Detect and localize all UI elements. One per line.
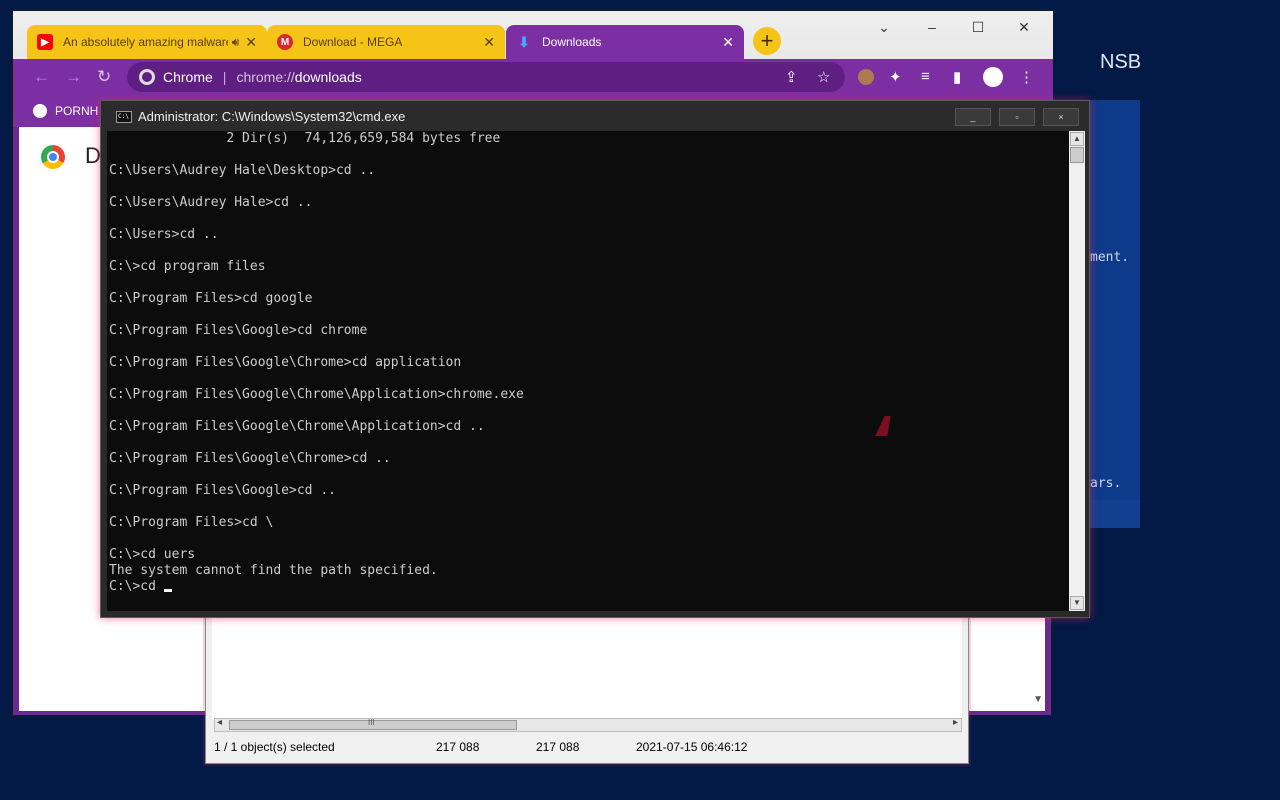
status-modified: 2021-07-15 06:46:12 — [636, 740, 748, 754]
forward-icon[interactable]: → — [65, 67, 82, 87]
chrome-icon — [139, 69, 155, 85]
url-host: downloads — [294, 69, 362, 85]
scroll-right-icon[interactable]: ▸ — [953, 717, 958, 728]
status-size: 217 088 — [436, 740, 480, 754]
chrome-logo-icon — [41, 145, 65, 169]
cmd-close-button[interactable]: × — [1043, 108, 1079, 126]
menu-icon[interactable]: ⋮ — [1019, 68, 1034, 86]
scrollbar-thumb[interactable]: III — [229, 718, 517, 730]
bookmark-label: PORNH — [55, 104, 99, 118]
scroll-down-icon[interactable]: ▼ — [1033, 694, 1043, 705]
close-tab-icon[interactable]: ✕ — [483, 34, 495, 51]
background-window-strip — [1082, 500, 1140, 528]
status-bar: 1 / 1 object(s) selected 217 088 217 088… — [212, 737, 962, 757]
console-prompt: C:\>cd — [109, 579, 164, 594]
scrollbar-grip: III — [368, 718, 375, 727]
side-panel-icon[interactable]: ▮ — [953, 68, 961, 86]
close-tab-icon[interactable]: ✕ — [245, 34, 257, 51]
file-manager-window: ◂ III ▸ 1 / 1 object(s) selected 217 088… — [205, 612, 969, 764]
mega-icon: M — [277, 34, 293, 50]
url-scheme: chrome:// — [236, 69, 295, 85]
cmd-scrollbar-thumb[interactable] — [1070, 147, 1084, 163]
profile-extension-icon[interactable] — [858, 69, 874, 85]
bookmark-favicon-icon — [33, 104, 47, 118]
youtube-icon: ▶ — [37, 34, 53, 50]
tab-youtube[interactable]: ▶ An absolutely amazing malware 🔊︎ ✕ — [27, 25, 267, 59]
text-cursor — [163, 589, 172, 592]
background-window-text: ars. — [1090, 476, 1122, 491]
cmd-minimize-button[interactable]: _ — [955, 108, 991, 126]
omnibox-separator: | — [222, 69, 227, 85]
bookmark-item[interactable]: PORNH — [33, 104, 98, 118]
reload-icon[interactable]: ↻ — [97, 67, 111, 87]
tab-label: An absolutely amazing malware — [63, 35, 228, 49]
toolbar: ← → ↻ Chrome | chrome:// downloads ⇪ ☆ ✦… — [13, 59, 1053, 97]
scroll-left-icon[interactable]: ◂ — [217, 717, 222, 728]
tab-downloads[interactable]: ⬇ Downloads ✕ — [506, 25, 744, 59]
reading-list-icon[interactable]: ≡ — [921, 68, 930, 85]
cmd-title: Administrator: C:\Windows\System32\cmd.e… — [138, 109, 406, 124]
close-tab-icon[interactable]: ✕ — [722, 34, 734, 51]
share-icon[interactable]: ⇪ — [785, 68, 798, 86]
cmd-maximize-button[interactable]: ▫ — [999, 108, 1035, 126]
account-icon[interactable] — [983, 67, 1003, 87]
audio-icon[interactable]: 🔊︎ — [232, 35, 240, 50]
back-icon[interactable]: ← — [33, 67, 50, 87]
download-icon: ⬇ — [518, 33, 530, 50]
tab-label: Download - MEGA — [303, 35, 403, 49]
cmd-vertical-scrollbar[interactable]: ▲ ▼ — [1069, 131, 1085, 611]
desktop-label: NSB — [1100, 51, 1142, 73]
scroll-down-icon[interactable]: ▼ — [1070, 596, 1084, 610]
site-label: Chrome — [163, 69, 213, 85]
bookmark-star-icon[interactable]: ☆ — [817, 68, 830, 86]
scroll-up-icon[interactable]: ▲ — [1070, 132, 1084, 146]
cmd-titlebar[interactable]: C:\ Administrator: C:\Windows\System32\c… — [101, 101, 1089, 131]
new-tab-button[interactable]: + — [753, 27, 781, 55]
close-button[interactable]: ✕ — [1001, 15, 1047, 39]
status-packed-size: 217 088 — [536, 740, 580, 754]
cmd-icon: C:\ — [116, 111, 132, 123]
background-window: ment. ars. — [1082, 100, 1140, 528]
horizontal-scrollbar[interactable]: ◂ III ▸ — [214, 717, 962, 732]
tab-mega[interactable]: M Download - MEGA ✕ — [267, 25, 505, 59]
file-list-area[interactable] — [212, 617, 962, 719]
cmd-console[interactable]: 2 Dir(s) 74,126,659,584 bytes free C:\Us… — [107, 131, 1069, 611]
minimize-button[interactable]: – — [909, 15, 955, 39]
tab-label: Downloads — [542, 35, 602, 49]
console-output: 2 Dir(s) 74,126,659,584 bytes free C:\Us… — [109, 131, 524, 578]
page-title: D — [85, 143, 101, 168]
address-bar[interactable]: Chrome | chrome:// downloads — [127, 62, 845, 92]
tab-search-icon[interactable]: ⌄ — [861, 15, 907, 39]
extensions-icon[interactable]: ✦ — [889, 68, 902, 86]
cmd-window: C:\ Administrator: C:\Windows\System32\c… — [100, 100, 1090, 618]
maximize-button[interactable]: ☐ — [955, 15, 1001, 39]
background-window-text: ment. — [1090, 250, 1130, 265]
status-selection: 1 / 1 object(s) selected — [214, 740, 335, 754]
